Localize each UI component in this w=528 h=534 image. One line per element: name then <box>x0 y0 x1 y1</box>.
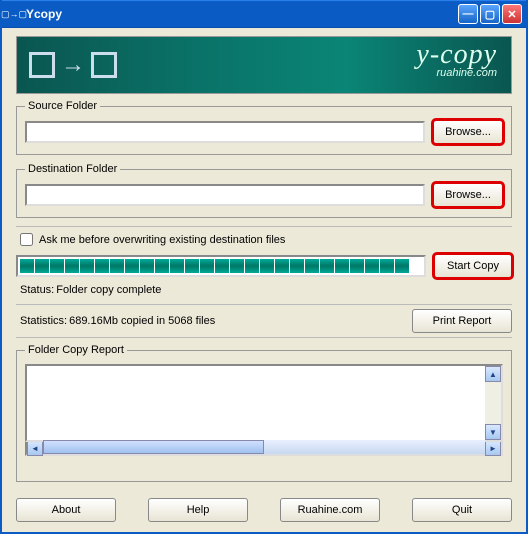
window-title: Ycopy <box>26 7 456 21</box>
help-button[interactable]: Help <box>148 498 248 522</box>
report-legend: Folder Copy Report <box>25 344 127 356</box>
progress-bar <box>16 255 426 277</box>
vertical-scrollbar[interactable]: ▲ ▼ <box>485 366 501 440</box>
separator <box>16 304 512 305</box>
report-textarea[interactable]: ▲ ▼ <box>25 364 503 442</box>
scroll-up-icon[interactable]: ▲ <box>485 366 501 382</box>
minimize-button[interactable]: — <box>458 4 478 24</box>
source-folder-group: Source Folder Browse... <box>16 100 512 155</box>
about-button[interactable]: About <box>16 498 116 522</box>
report-group: Folder Copy Report ▲ ▼ ◄ ► <box>16 344 512 482</box>
close-button[interactable]: ✕ <box>502 4 522 24</box>
source-browse-button[interactable]: Browse... <box>433 120 503 144</box>
destination-browse-button[interactable]: Browse... <box>433 183 503 207</box>
horizontal-scrollbar[interactable]: ◄ ► <box>25 440 503 456</box>
titlebar[interactable]: ▢→▢ Ycopy — ▢ ✕ <box>2 0 526 28</box>
statistics-text: 689.16Mb copied in 5068 files <box>69 315 215 327</box>
separator <box>16 226 512 227</box>
overwrite-ask-checkbox[interactable] <box>20 233 33 246</box>
header-banner: → y-copy ruahine.com <box>16 36 512 94</box>
scroll-down-icon[interactable]: ▼ <box>485 424 501 440</box>
quit-button[interactable]: Quit <box>412 498 512 522</box>
overwrite-ask-label: Ask me before overwriting existing desti… <box>39 234 285 246</box>
destination-folder-input[interactable] <box>25 184 425 206</box>
source-folder-legend: Source Folder <box>25 100 100 112</box>
destination-folder-legend: Destination Folder <box>25 163 120 175</box>
statistics-prefix: Statistics: <box>20 315 67 327</box>
destination-folder-group: Destination Folder Browse... <box>16 163 512 218</box>
scroll-right-icon[interactable]: ► <box>485 440 501 456</box>
site-button[interactable]: Ruahine.com <box>280 498 380 522</box>
status-text: Folder copy complete <box>56 284 161 296</box>
status-prefix: Status: <box>20 284 54 296</box>
footer-buttons: About Help Ruahine.com Quit <box>2 492 526 532</box>
maximize-button[interactable]: ▢ <box>480 4 500 24</box>
banner-logo-icon: → <box>29 51 117 79</box>
scroll-left-icon[interactable]: ◄ <box>27 440 43 456</box>
separator <box>16 337 512 338</box>
start-copy-button[interactable]: Start Copy <box>434 254 512 278</box>
source-folder-input[interactable] <box>25 121 425 143</box>
print-report-button[interactable]: Print Report <box>412 309 512 333</box>
app-window: ▢→▢ Ycopy — ▢ ✕ → y-copy ruahine.com Sou… <box>0 0 528 534</box>
app-icon: ▢→▢ <box>6 6 22 22</box>
